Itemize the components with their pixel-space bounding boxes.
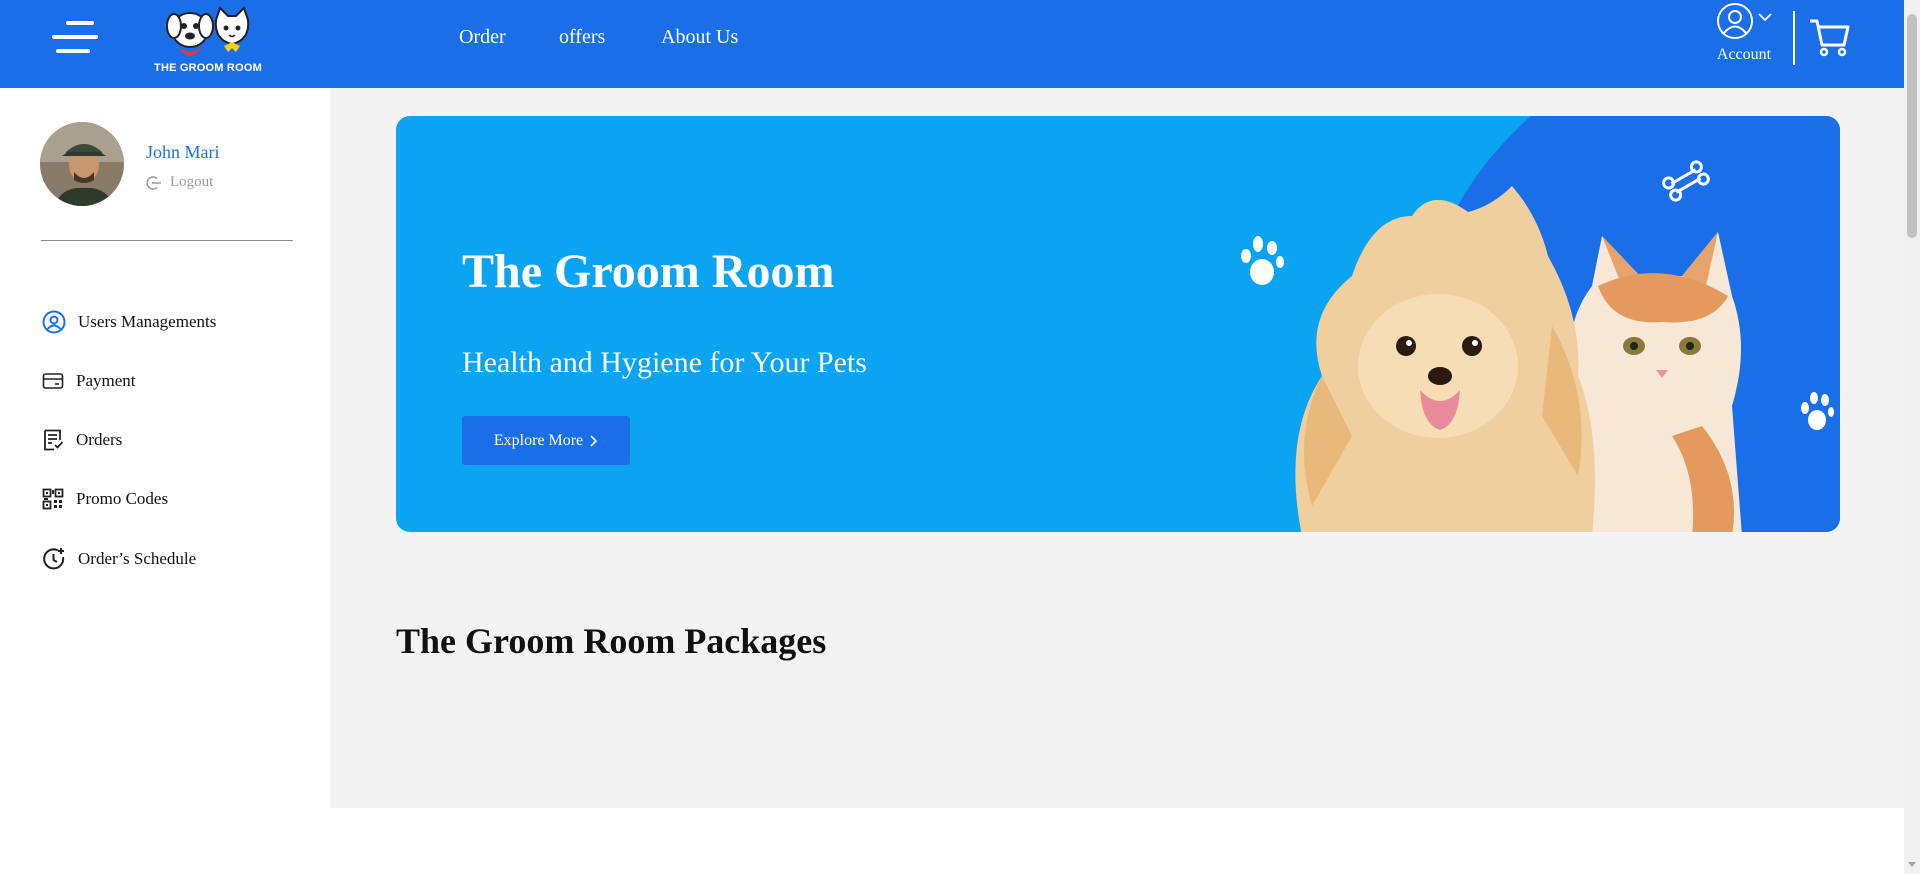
account-user-icon: [1717, 3, 1753, 39]
logout-button[interactable]: Logout: [146, 174, 213, 191]
explore-more-button[interactable]: Explore More: [462, 416, 630, 465]
top-navbar: THE GROOM ROOM Order offers About Us Acc…: [0, 0, 1904, 88]
hero-title: The Groom Room: [462, 245, 835, 298]
chevron-down-icon: [1758, 13, 1772, 22]
sidebar-item-label: Orders: [76, 430, 123, 449]
sidebar-item-label: Users Managements: [78, 312, 217, 331]
account-label: Account: [1716, 46, 1772, 63]
packages-title: The Groom Room Packages: [396, 621, 827, 661]
scroll-down-arrow-icon[interactable]: [1908, 862, 1916, 867]
explore-more-label: Explore More: [493, 431, 584, 449]
hamburger-menu-icon[interactable]: [52, 18, 102, 58]
sidebar-item-label: Payment: [76, 371, 136, 390]
sidebar-divider: [41, 240, 293, 241]
main-content: The Groom Room Health and Hygiene for Yo…: [330, 88, 1904, 808]
logout-icon: [146, 175, 161, 190]
user-name[interactable]: John Mari: [146, 142, 220, 163]
sidebar-item-label: Order’s Schedule: [78, 549, 197, 568]
chevron-right-icon: [590, 434, 598, 447]
nav-order-link[interactable]: Order: [459, 26, 506, 49]
cart-icon[interactable]: [1808, 17, 1850, 57]
brand-logo[interactable]: THE GROOM ROOM: [146, 6, 270, 76]
account-menu[interactable]: Account: [1712, 2, 1776, 66]
paw-print-icon: [1801, 392, 1834, 430]
sidebar-item-users-managements[interactable]: Users Managements: [42, 310, 216, 334]
header-divider: [1793, 11, 1795, 65]
hero-subtitle: Health and Hygiene for Your Pets: [462, 346, 867, 379]
qr-code-icon: [42, 488, 64, 510]
sidebar-item-orders-schedule[interactable]: Order’s Schedule: [42, 547, 196, 571]
page-scrollbar[interactable]: [1904, 0, 1920, 874]
receipt-icon: [44, 429, 64, 451]
hero-banner: The Groom Room Health and Hygiene for Yo…: [396, 116, 1840, 532]
nav-offers-link[interactable]: offers: [559, 26, 605, 49]
sidebar-item-orders[interactable]: Orders: [42, 429, 122, 451]
user-photo: [40, 122, 124, 206]
user-circle-icon: [42, 310, 66, 334]
sidebar-item-payment[interactable]: Payment: [42, 370, 136, 392]
card-icon: [42, 373, 64, 389]
sidebar: John Mari Logout Users Managements Payme…: [0, 88, 330, 874]
avatar[interactable]: [40, 122, 124, 206]
dog-cat-logo-icon: [166, 6, 250, 56]
sidebar-item-label: Promo Codes: [76, 489, 169, 508]
nav-about-us-link[interactable]: About Us: [661, 26, 738, 49]
scrollbar-thumb[interactable]: [1907, 14, 1917, 238]
logout-label: Logout: [170, 174, 214, 190]
sidebar-item-promo-codes[interactable]: Promo Codes: [42, 488, 168, 510]
clock-plus-icon: [43, 548, 65, 570]
brand-name: THE GROOM ROOM: [154, 62, 262, 74]
dog-and-cat-image: [1295, 186, 1742, 532]
